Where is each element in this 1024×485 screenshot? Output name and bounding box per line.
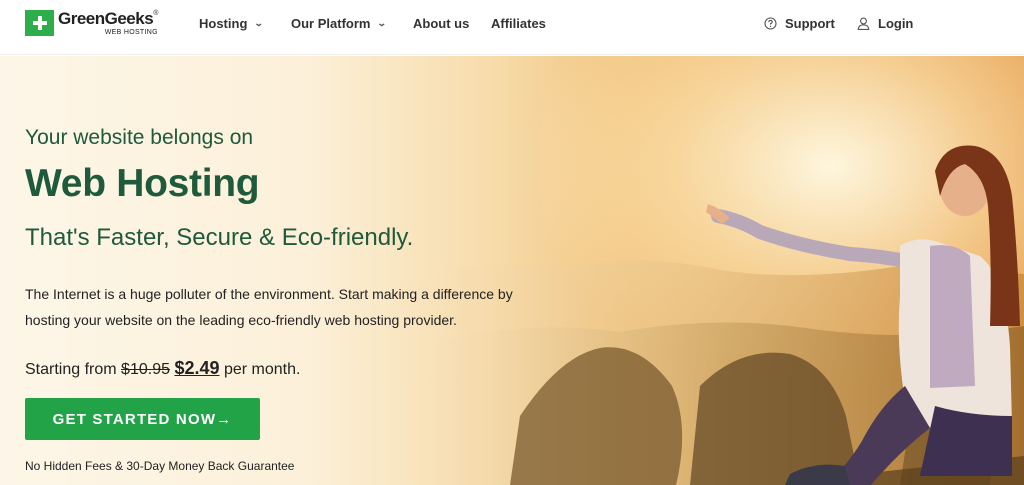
- nav-affiliates-label: Affiliates: [491, 15, 546, 31]
- price-original: $10.95: [121, 361, 170, 378]
- hero-headline: Web Hosting: [25, 162, 260, 205]
- hero-subhead: That's Faster, Secure & Eco-friendly.: [25, 224, 414, 251]
- hero-tagline: Your website belongs on: [25, 126, 254, 149]
- guarantee-note: No Hidden Fees & 30-Day Money Back Guara…: [25, 459, 295, 473]
- nav-hosting[interactable]: Hosting ⌄: [199, 0, 265, 46]
- price-discounted: $2.49: [174, 358, 220, 378]
- price-prefix: Starting from: [25, 361, 117, 378]
- nav-our-platform-label: Our Platform: [291, 15, 371, 31]
- nav-support-label: Support: [785, 15, 835, 31]
- help-circle-icon: [764, 16, 777, 30]
- user-icon: [857, 17, 870, 30]
- nav-affiliates[interactable]: Affiliates: [491, 0, 546, 46]
- plus-icon: [25, 10, 54, 36]
- top-navigation-bar: GreenGeeks® WEB HOSTING Hosting ⌄ Our Pl…: [0, 0, 1024, 55]
- hero-section: Your website belongs on Web Hosting That…: [0, 56, 1024, 485]
- logo-name: GreenGeeks: [58, 9, 154, 28]
- nav-our-platform[interactable]: Our Platform ⌄: [291, 0, 388, 46]
- chevron-down-icon: ⌄: [377, 17, 388, 28]
- registered-mark: ®: [153, 10, 158, 17]
- nav-hosting-label: Hosting: [199, 15, 248, 31]
- get-started-button[interactable]: GET STARTED NOW→: [25, 398, 260, 440]
- nav-login-label: Login: [878, 15, 914, 31]
- chevron-down-icon: ⌄: [254, 17, 265, 28]
- nav-about-us[interactable]: About us: [413, 0, 469, 46]
- greengeeks-logo[interactable]: GreenGeeks® WEB HOSTING: [25, 10, 158, 36]
- nav-about-us-label: About us: [413, 15, 470, 31]
- price-line: Starting from $10.95 $2.49 per month.: [25, 358, 300, 379]
- hero-description: The Internet is a huge polluter of the e…: [25, 286, 513, 328]
- logo-tagline: WEB HOSTING: [104, 29, 158, 36]
- price-suffix: per month.: [223, 361, 301, 378]
- nav-login[interactable]: Login: [857, 0, 913, 46]
- nav-support[interactable]: Support: [764, 0, 835, 46]
